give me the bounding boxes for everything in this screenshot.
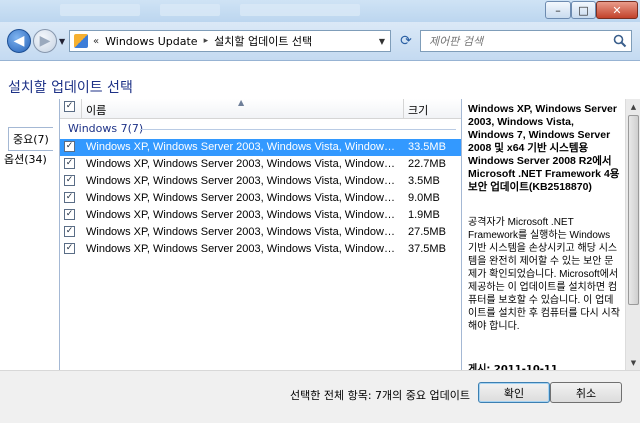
control-panel-icon bbox=[74, 34, 88, 48]
update-size: 27.5MB bbox=[408, 226, 446, 238]
category-important[interactable]: 중요(7) bbox=[8, 127, 53, 151]
recent-pages-dropdown[interactable]: ▼ bbox=[59, 37, 65, 46]
category-panel: 중요(7) 옵션(34) bbox=[0, 99, 60, 370]
search-input[interactable] bbox=[427, 33, 615, 49]
update-list: ✓ 이름 ▲ 크기 Windows 7(7) ✓ Windows XP, Win… bbox=[60, 98, 461, 370]
update-size: 1.9MB bbox=[408, 209, 440, 221]
category-optional[interactable]: 옵션(34) bbox=[4, 151, 47, 167]
table-row[interactable]: ✓ Windows XP, Windows Server 2003, Windo… bbox=[60, 139, 461, 156]
details-published-date: 게시: 2011-10-11 bbox=[468, 364, 558, 370]
update-size: 9.0MB bbox=[408, 192, 440, 204]
update-name: Windows XP, Windows Server 2003, Windows… bbox=[86, 226, 400, 238]
details-title: Windows XP, Windows Server 2003, Windows… bbox=[468, 103, 620, 193]
column-separator bbox=[81, 99, 82, 118]
breadcrumb-separator-icon[interactable]: ▸ bbox=[204, 36, 209, 46]
details-panel: Windows XP, Windows Server 2003, Windows… bbox=[462, 99, 625, 370]
column-header-name[interactable]: 이름 bbox=[86, 102, 106, 118]
selection-summary: 선택한 전체 항목: 7개의 중요 업데이트 bbox=[290, 389, 470, 402]
table-row[interactable]: ✓ Windows XP, Windows Server 2003, Windo… bbox=[60, 241, 461, 258]
group-divider bbox=[140, 129, 456, 130]
table-row[interactable]: ✓ Windows XP, Windows Server 2003, Windo… bbox=[60, 207, 461, 224]
blurred-title-segment bbox=[160, 4, 220, 16]
table-row[interactable]: ✓ Windows XP, Windows Server 2003, Windo… bbox=[60, 156, 461, 173]
row-checkbox[interactable]: ✓ bbox=[64, 158, 75, 169]
details-description: 공격자가 Microsoft .NET Framework를 실행하는 Wind… bbox=[468, 217, 620, 332]
scroll-up-icon[interactable]: ▲ bbox=[627, 99, 640, 114]
maximize-button[interactable]: □ bbox=[571, 1, 596, 19]
update-name: Windows XP, Windows Server 2003, Windows… bbox=[86, 192, 400, 204]
main-content: 설치할 업데이트 선택 중요(7) 옵션(34) ✓ 이름 ▲ 크기 Windo… bbox=[0, 61, 640, 423]
row-checkbox[interactable]: ✓ bbox=[64, 175, 75, 186]
table-row[interactable]: ✓ Windows XP, Windows Server 2003, Windo… bbox=[60, 173, 461, 190]
breadcrumb-current[interactable]: 설치할 업데이트 선택 bbox=[214, 33, 312, 49]
update-size: 33.5MB bbox=[408, 141, 446, 153]
title-bar: – □ ✕ bbox=[0, 0, 640, 22]
search-icon[interactable] bbox=[613, 34, 627, 48]
close-button[interactable]: ✕ bbox=[596, 1, 638, 19]
table-row[interactable]: ✓ Windows XP, Windows Server 2003, Windo… bbox=[60, 224, 461, 241]
footer-bar: 선택한 전체 항목: 7개의 중요 업데이트 확인 취소 bbox=[0, 370, 640, 423]
table-row[interactable]: ✓ Windows XP, Windows Server 2003, Windo… bbox=[60, 190, 461, 207]
navigation-bar: ◀ ▶ ▼ « Windows Update ▸ 설치할 업데이트 선택 ▼ ⟳ bbox=[0, 22, 640, 61]
back-button[interactable]: ◀ bbox=[7, 29, 31, 53]
row-checkbox[interactable]: ✓ bbox=[64, 192, 75, 203]
update-size: 22.7MB bbox=[408, 158, 446, 170]
address-bar[interactable]: « Windows Update ▸ 설치할 업데이트 선택 ▼ bbox=[69, 30, 391, 52]
details-scrollbar[interactable]: ▲ ▼ bbox=[625, 99, 640, 370]
refresh-button[interactable]: ⟳ bbox=[396, 31, 416, 51]
scroll-down-icon[interactable]: ▼ bbox=[627, 355, 640, 370]
row-checkbox[interactable]: ✓ bbox=[64, 209, 75, 220]
page-title: 설치할 업데이트 선택 bbox=[8, 80, 133, 96]
column-separator bbox=[403, 99, 404, 118]
column-header-size[interactable]: 크기 bbox=[408, 102, 428, 118]
breadcrumb-windows-update[interactable]: Windows Update bbox=[105, 35, 197, 48]
minimize-button[interactable]: – bbox=[545, 1, 571, 19]
row-checkbox[interactable]: ✓ bbox=[64, 226, 75, 237]
group-header[interactable]: Windows 7(7) bbox=[68, 122, 143, 135]
refresh-icon: ⟳ bbox=[400, 33, 412, 49]
search-box[interactable] bbox=[420, 30, 632, 52]
update-name: Windows XP, Windows Server 2003, Windows… bbox=[86, 141, 400, 153]
update-name: Windows XP, Windows Server 2003, Windows… bbox=[86, 158, 400, 170]
select-all-checkbox[interactable]: ✓ bbox=[64, 101, 75, 112]
update-name: Windows XP, Windows Server 2003, Windows… bbox=[86, 175, 400, 187]
update-size: 37.5MB bbox=[408, 243, 446, 255]
address-dropdown-icon[interactable]: ▼ bbox=[374, 31, 390, 51]
sort-ascending-icon: ▲ bbox=[238, 98, 245, 107]
back-arrow-icon: ◀ bbox=[13, 33, 25, 49]
forward-button[interactable]: ▶ bbox=[33, 29, 57, 53]
ok-button[interactable]: 확인 bbox=[478, 382, 550, 403]
update-size: 3.5MB bbox=[408, 175, 440, 187]
row-checkbox[interactable]: ✓ bbox=[64, 243, 75, 254]
row-checkbox[interactable]: ✓ bbox=[64, 141, 75, 152]
update-name: Windows XP, Windows Server 2003, Windows… bbox=[86, 209, 400, 221]
list-header: ✓ 이름 ▲ 크기 bbox=[60, 98, 461, 119]
chevron-double-left-icon[interactable]: « bbox=[93, 36, 99, 47]
forward-arrow-icon: ▶ bbox=[39, 33, 51, 49]
update-name: Windows XP, Windows Server 2003, Windows… bbox=[86, 243, 400, 255]
cancel-button[interactable]: 취소 bbox=[550, 382, 622, 403]
blurred-title-segment bbox=[240, 4, 360, 16]
scrollbar-thumb[interactable] bbox=[628, 115, 639, 305]
blurred-title-segment bbox=[60, 4, 140, 16]
